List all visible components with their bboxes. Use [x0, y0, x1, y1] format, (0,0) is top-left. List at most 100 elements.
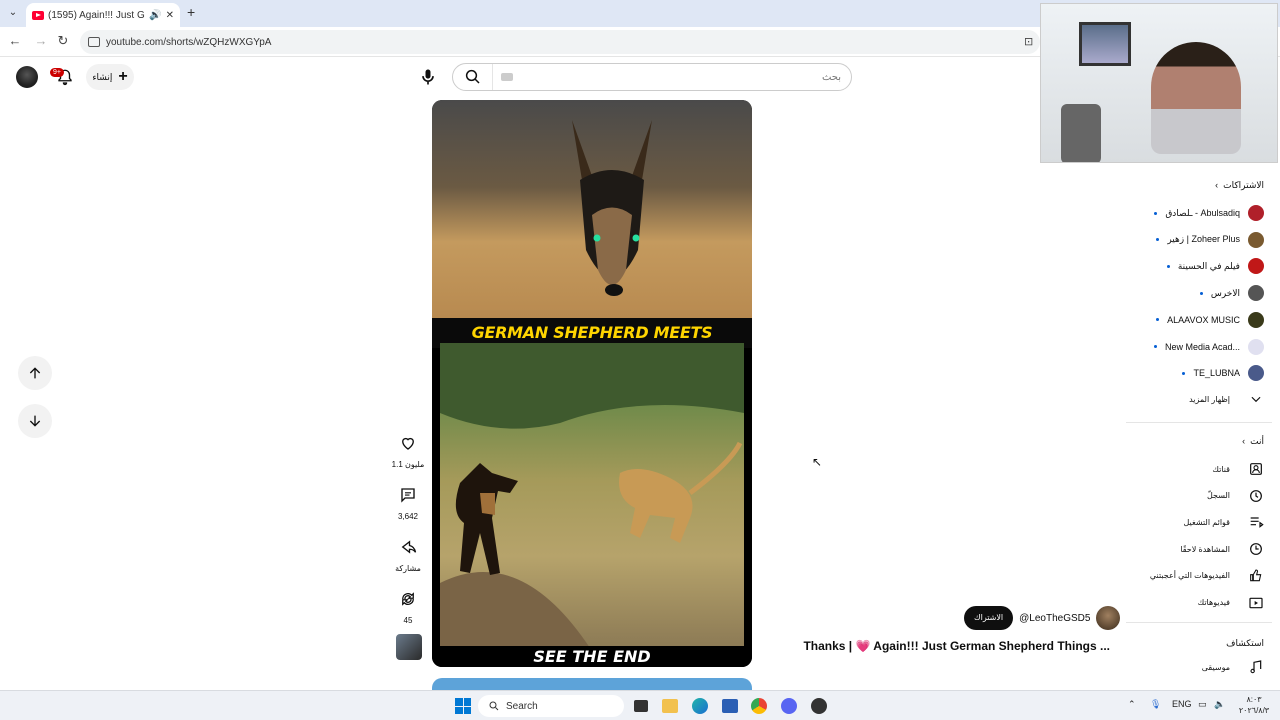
comment-count: 3,642: [397, 512, 419, 521]
notification-badge: 9+: [50, 68, 64, 77]
forward-icon[interactable]: →: [32, 33, 50, 48]
video-title[interactable]: Thanks | 💗 Again!!! Just German Shepherd…: [790, 639, 1110, 653]
sidebar-item-label: قناتك: [1212, 464, 1230, 474]
shepherd-leopard-scene: [440, 343, 744, 648]
youtube-favicon-icon: [32, 10, 44, 20]
tray-microphone-icon[interactable]: 🎙: [1150, 699, 1161, 710]
subscription-name: ـلصادق - Abulsadiq: [1165, 207, 1240, 218]
sidebar-item[interactable]: قوائم التشغيل: [1184, 513, 1265, 531]
remix-icon: [402, 592, 414, 606]
remix-action: 45: [388, 584, 428, 625]
shorts-video-player[interactable]: GERMAN SHEPHERD MEETS LEOPARD SEE THE EN…: [432, 100, 752, 667]
obs-icon[interactable]: [811, 698, 827, 714]
channel-row: الاشتراك @LeoTheGSD5: [964, 605, 1121, 631]
arrow-down-icon: [29, 415, 41, 427]
subscription-name: الاخرس: [1210, 287, 1240, 298]
discord-icon[interactable]: [781, 698, 797, 714]
explore-header: استكشاف: [1226, 638, 1264, 648]
taskbar-search[interactable]: Search: [478, 695, 624, 717]
dog-illustration: [572, 120, 652, 296]
subscriptions-header[interactable]: ‹ الاشتراكات: [1215, 180, 1264, 191]
channel-handle[interactable]: @LeoTheGSD5: [1019, 613, 1090, 624]
show-more-item[interactable]: إظهار المزيد: [1189, 390, 1264, 408]
next-short-button[interactable]: [18, 404, 52, 438]
sidebar-item[interactable]: قناتك: [1212, 460, 1264, 478]
subscription-item[interactable]: الاخرس: [1199, 284, 1264, 302]
sidebar-item[interactable]: فيديوهاتك: [1198, 594, 1264, 612]
tab-search-chevron-icon[interactable]: ⌄: [6, 7, 20, 21]
system-clock[interactable]: ٨:٠٣ ٢٠٢٦/٨/٣: [1234, 694, 1274, 716]
tray-chevron-up-icon[interactable]: ⌃: [1128, 699, 1136, 710]
sidebar-item-label: الفيديوهات التي أعجبتني: [1149, 571, 1230, 581]
search-box: [452, 63, 852, 91]
search-button[interactable]: [453, 64, 493, 90]
subscription-item[interactable]: New Media Acad...: [1153, 338, 1264, 356]
video-frame-scene: [440, 343, 744, 648]
subscription-item[interactable]: زهير | Zoheer Plus: [1156, 231, 1264, 249]
new-content-dot: [1199, 291, 1203, 295]
subscribe-button[interactable]: الاشتراك: [964, 606, 1014, 630]
sidebar-item-label: موسيقى: [1201, 662, 1230, 672]
channel-avatar[interactable]: [1096, 606, 1121, 630]
account-avatar[interactable]: [16, 66, 38, 88]
file-explorer-icon[interactable]: [662, 699, 678, 713]
keyboard-icon[interactable]: [501, 73, 513, 81]
lens-icon[interactable]: ⊡: [1024, 35, 1033, 48]
chevron-down-icon: [1248, 391, 1264, 407]
sidebar-divider: [1126, 422, 1272, 423]
sound-thumbnail[interactable]: [396, 634, 422, 660]
create-button[interactable]: إنشاء +: [86, 64, 134, 90]
new-content-dot: [1154, 211, 1158, 215]
speaker-icon[interactable]: 🔊: [149, 10, 161, 21]
new-content-dot: [1153, 345, 1157, 348]
search-input[interactable]: [513, 71, 851, 83]
store-icon[interactable]: [722, 699, 738, 713]
share-button[interactable]: [393, 532, 423, 562]
wall-picture: [1079, 22, 1131, 66]
streamer: [1151, 42, 1241, 154]
language-indicator[interactable]: ENG: [1172, 699, 1192, 709]
url-text: youtube.com/shorts/wZQHzWXGYpA: [106, 36, 272, 48]
site-info-icon[interactable]: [88, 37, 100, 47]
sidebar-divider: [1126, 622, 1272, 623]
sidebar-item[interactable]: المشاهدة لاحقًا: [1180, 540, 1264, 558]
next-short-preview[interactable]: [432, 678, 752, 690]
close-tab-icon[interactable]: ✕: [166, 10, 174, 21]
comments-button[interactable]: [393, 480, 423, 510]
network-icon[interactable]: ▭: [1198, 699, 1207, 710]
channel-avatar: [1248, 365, 1264, 382]
comment-icon: [401, 488, 415, 503]
subscription-item[interactable]: فيلم في الحسينة: [1166, 257, 1264, 275]
sidebar-item[interactable]: الفيديوهات التي أعجبتني: [1150, 567, 1264, 585]
webcam-overlay: [1040, 3, 1278, 163]
browser-tab[interactable]: (1595) Again!!! Just German 🔊 ✕: [26, 3, 180, 27]
clock-date: ٢٠٢٦/٨/٣: [1238, 706, 1270, 715]
mouse-cursor-icon: ↖: [812, 455, 823, 469]
remix-button[interactable]: [393, 584, 423, 614]
sidebar-item[interactable]: السجلّ: [1207, 487, 1264, 505]
subscription-item[interactable]: ـلصادق - Abulsadiq: [1154, 204, 1264, 222]
channel-avatar: [1248, 285, 1264, 302]
chrome-icon[interactable]: [751, 698, 767, 714]
sidebar-item[interactable]: موسيقى: [1202, 658, 1264, 676]
task-view-icon[interactable]: [634, 700, 648, 712]
clock-time: ٨:٠٣: [1246, 695, 1262, 704]
back-icon[interactable]: ←: [6, 33, 24, 48]
you-header[interactable]: ‹ أنت: [1242, 436, 1264, 447]
like-button[interactable]: [393, 428, 423, 458]
start-button[interactable]: [454, 697, 472, 715]
address-bar[interactable]: youtube.com/shorts/wZQHzWXGYpA: [80, 30, 1040, 54]
reload-icon[interactable]: ↻: [54, 33, 72, 49]
voice-search-button[interactable]: [418, 66, 438, 88]
new-tab-icon[interactable]: +: [187, 4, 195, 20]
share-label: مشاركة: [395, 564, 421, 573]
subscription-item[interactable]: TE_LUBNA: [1182, 364, 1264, 382]
edge-icon[interactable]: [692, 698, 708, 714]
like-action: 1.1 مليون: [388, 428, 428, 469]
volume-icon[interactable]: 🔈: [1214, 699, 1225, 710]
previous-short-button[interactable]: [18, 356, 52, 390]
subscription-item[interactable]: ALAAVOX MUSIC: [1156, 311, 1264, 329]
subscription-name: فيلم في الحسينة: [1177, 260, 1240, 271]
sidebar-item-label: قوائم التشغيل: [1183, 517, 1231, 527]
windows-logo-icon: [455, 698, 471, 714]
